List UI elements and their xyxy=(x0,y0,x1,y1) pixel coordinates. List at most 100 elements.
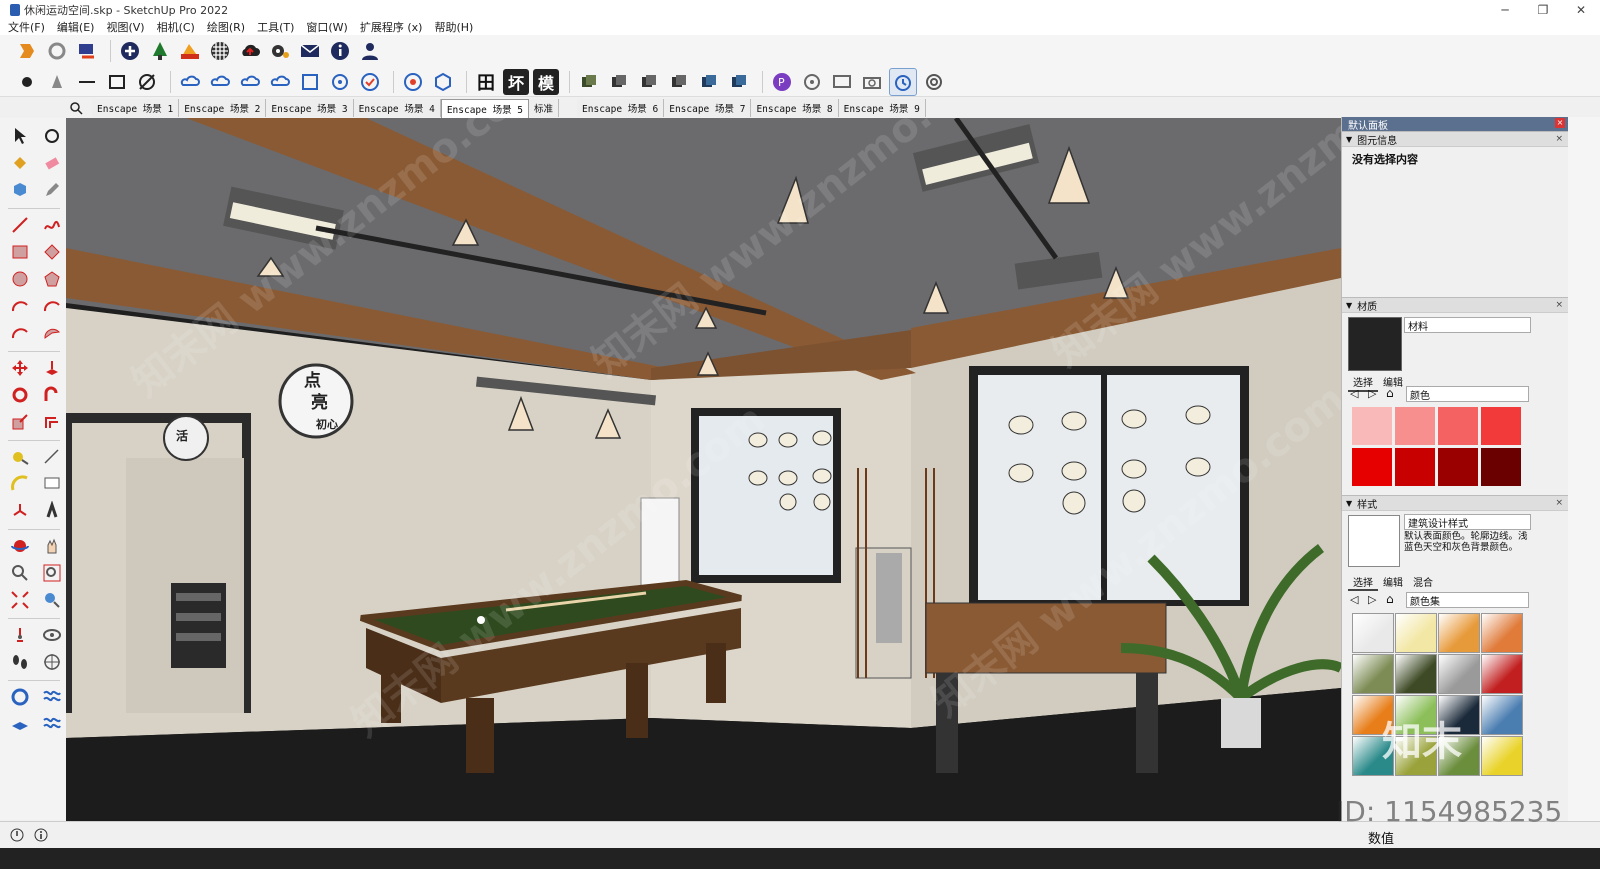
component5-icon[interactable] xyxy=(696,69,722,95)
polygon-tool-icon[interactable] xyxy=(40,267,64,291)
materials-section[interactable]: ▼ 材质 × xyxy=(1342,297,1569,313)
scene-tab[interactable]: Enscape 场景 9 xyxy=(838,99,926,117)
scene-tab[interactable]: Enscape 场景 6 xyxy=(577,99,665,117)
color-swatch[interactable] xyxy=(1352,407,1392,445)
style-thumbnail[interactable] xyxy=(1481,654,1523,694)
move-tool-icon[interactable] xyxy=(8,356,32,380)
component6-icon[interactable] xyxy=(726,69,752,95)
menu-view[interactable]: 视图(V) xyxy=(106,19,144,35)
component-icon[interactable] xyxy=(576,69,602,95)
paint-bucket-icon[interactable] xyxy=(8,151,32,175)
mail-icon[interactable] xyxy=(297,38,323,64)
style-thumbnail[interactable] xyxy=(1395,654,1437,694)
scene-tab[interactable]: Enscape 场景 4 xyxy=(353,99,441,117)
right-scrollbar[interactable] xyxy=(1568,117,1600,821)
rotate-tool-icon[interactable] xyxy=(8,383,32,407)
tab-mix[interactable]: 混合 xyxy=(1408,573,1438,591)
drape-icon[interactable] xyxy=(40,712,64,736)
menu-help[interactable]: 帮助(H) xyxy=(434,19,473,35)
home-icon[interactable]: ⌂ xyxy=(1386,386,1394,400)
camera-icon[interactable] xyxy=(859,69,885,95)
arc2-tool-icon[interactable] xyxy=(40,294,64,318)
freehand-icon[interactable] xyxy=(40,213,64,237)
monitor-icon[interactable] xyxy=(829,69,855,95)
eraser-icon[interactable] xyxy=(40,151,64,175)
geo-location-icon[interactable] xyxy=(10,828,24,842)
scene-tab[interactable]: 标准 xyxy=(529,99,560,117)
tape-measure-icon[interactable] xyxy=(8,445,32,469)
arc-tool-icon[interactable] xyxy=(8,294,32,318)
color-swatch[interactable] xyxy=(1352,448,1392,486)
components-icon[interactable] xyxy=(8,178,32,202)
component2-icon[interactable] xyxy=(606,69,632,95)
sandbox-smoove-icon[interactable] xyxy=(40,685,64,709)
menu-tools[interactable]: 工具(T) xyxy=(257,19,294,35)
arc3-tool-icon[interactable] xyxy=(8,321,32,345)
push-pull-icon[interactable] xyxy=(40,356,64,380)
scene-tab[interactable]: Enscape 场景 8 xyxy=(751,99,839,117)
scene-tab[interactable]: Enscape 场景 3 xyxy=(266,99,354,117)
pie-tool-icon[interactable] xyxy=(40,321,64,345)
checker-icon[interactable] xyxy=(207,38,233,64)
pan-hand-icon[interactable] xyxy=(40,534,64,558)
search-icon[interactable] xyxy=(68,100,84,116)
material-name-field[interactable]: 材料 xyxy=(1404,317,1531,333)
color-swatch[interactable] xyxy=(1395,407,1435,445)
position-camera-icon[interactable] xyxy=(8,623,32,647)
info-icon[interactable] xyxy=(34,828,48,842)
rectangle-icon[interactable] xyxy=(104,69,130,95)
cloud-upload-icon[interactable] xyxy=(237,38,263,64)
look-around-icon[interactable] xyxy=(40,623,64,647)
close-button[interactable]: ✕ xyxy=(1562,0,1600,19)
box-icon[interactable] xyxy=(430,69,456,95)
styles-section[interactable]: ▼ 样式 × xyxy=(1342,495,1569,511)
home-icon[interactable]: ⌂ xyxy=(1386,592,1394,606)
forward-arrow-icon[interactable]: ▷ xyxy=(1368,593,1376,606)
frame-icon[interactable] xyxy=(297,69,323,95)
style-thumbnail[interactable] xyxy=(1395,613,1437,653)
line-icon[interactable] xyxy=(74,69,100,95)
close-icon[interactable]: × xyxy=(1555,300,1563,310)
walk-icon[interactable] xyxy=(8,650,32,674)
model-text-icon[interactable]: 模 xyxy=(533,68,559,95)
forward-arrow-icon[interactable]: ▷ xyxy=(1368,387,1376,400)
add-icon[interactable] xyxy=(117,38,143,64)
entity-info-section[interactable]: ▼ 图元信息 × xyxy=(1342,131,1569,147)
protractor-icon[interactable] xyxy=(8,472,32,496)
scene-tab[interactable]: Enscape 场景 7 xyxy=(664,99,752,117)
tab-edit[interactable]: 编辑 xyxy=(1378,573,1408,591)
settings-icon[interactable] xyxy=(267,38,293,64)
menu-edit[interactable]: 编辑(E) xyxy=(57,19,95,35)
live-update-icon[interactable] xyxy=(74,38,100,64)
close-icon[interactable]: × xyxy=(1555,134,1563,144)
rectangle-tool-icon[interactable] xyxy=(8,240,32,264)
material-library-select[interactable]: 颜色 xyxy=(1406,386,1529,402)
color-swatch[interactable] xyxy=(1481,448,1521,486)
network-icon[interactable] xyxy=(327,69,353,95)
pencil-icon[interactable] xyxy=(40,178,64,202)
component4-icon[interactable] xyxy=(666,69,692,95)
sandbox-icon[interactable] xyxy=(8,685,32,709)
close-icon[interactable]: × xyxy=(1555,498,1563,508)
enscape-start-icon[interactable] xyxy=(14,38,40,64)
tree-asset-icon[interactable] xyxy=(147,38,173,64)
menu-window[interactable]: 窗口(W) xyxy=(306,19,347,35)
circle-tool-icon[interactable] xyxy=(8,267,32,291)
zoom-icon[interactable] xyxy=(8,561,32,585)
cloud-list-icon[interactable] xyxy=(267,69,293,95)
camera-target-icon[interactable] xyxy=(799,69,825,95)
axes-tool-icon[interactable] xyxy=(8,499,32,523)
component3-icon[interactable] xyxy=(636,69,662,95)
select-arrow-icon[interactable] xyxy=(8,124,32,148)
style-thumbnail[interactable] xyxy=(1481,695,1523,735)
restore-button[interactable]: ❐ xyxy=(1524,0,1562,19)
style-library-select[interactable]: 颜色集 xyxy=(1406,592,1529,608)
rotated-rectangle-icon[interactable] xyxy=(40,240,64,264)
color-swatch[interactable] xyxy=(1395,448,1435,486)
cloud-link-icon[interactable] xyxy=(177,69,203,95)
text-tool-icon[interactable] xyxy=(40,472,64,496)
scene-tab-active[interactable]: Enscape 场景 5 xyxy=(440,98,530,118)
menu-extensions[interactable]: 扩展程序 (x) xyxy=(360,19,423,35)
cone-icon[interactable] xyxy=(44,69,70,95)
style-thumbnail[interactable] xyxy=(1352,613,1394,653)
